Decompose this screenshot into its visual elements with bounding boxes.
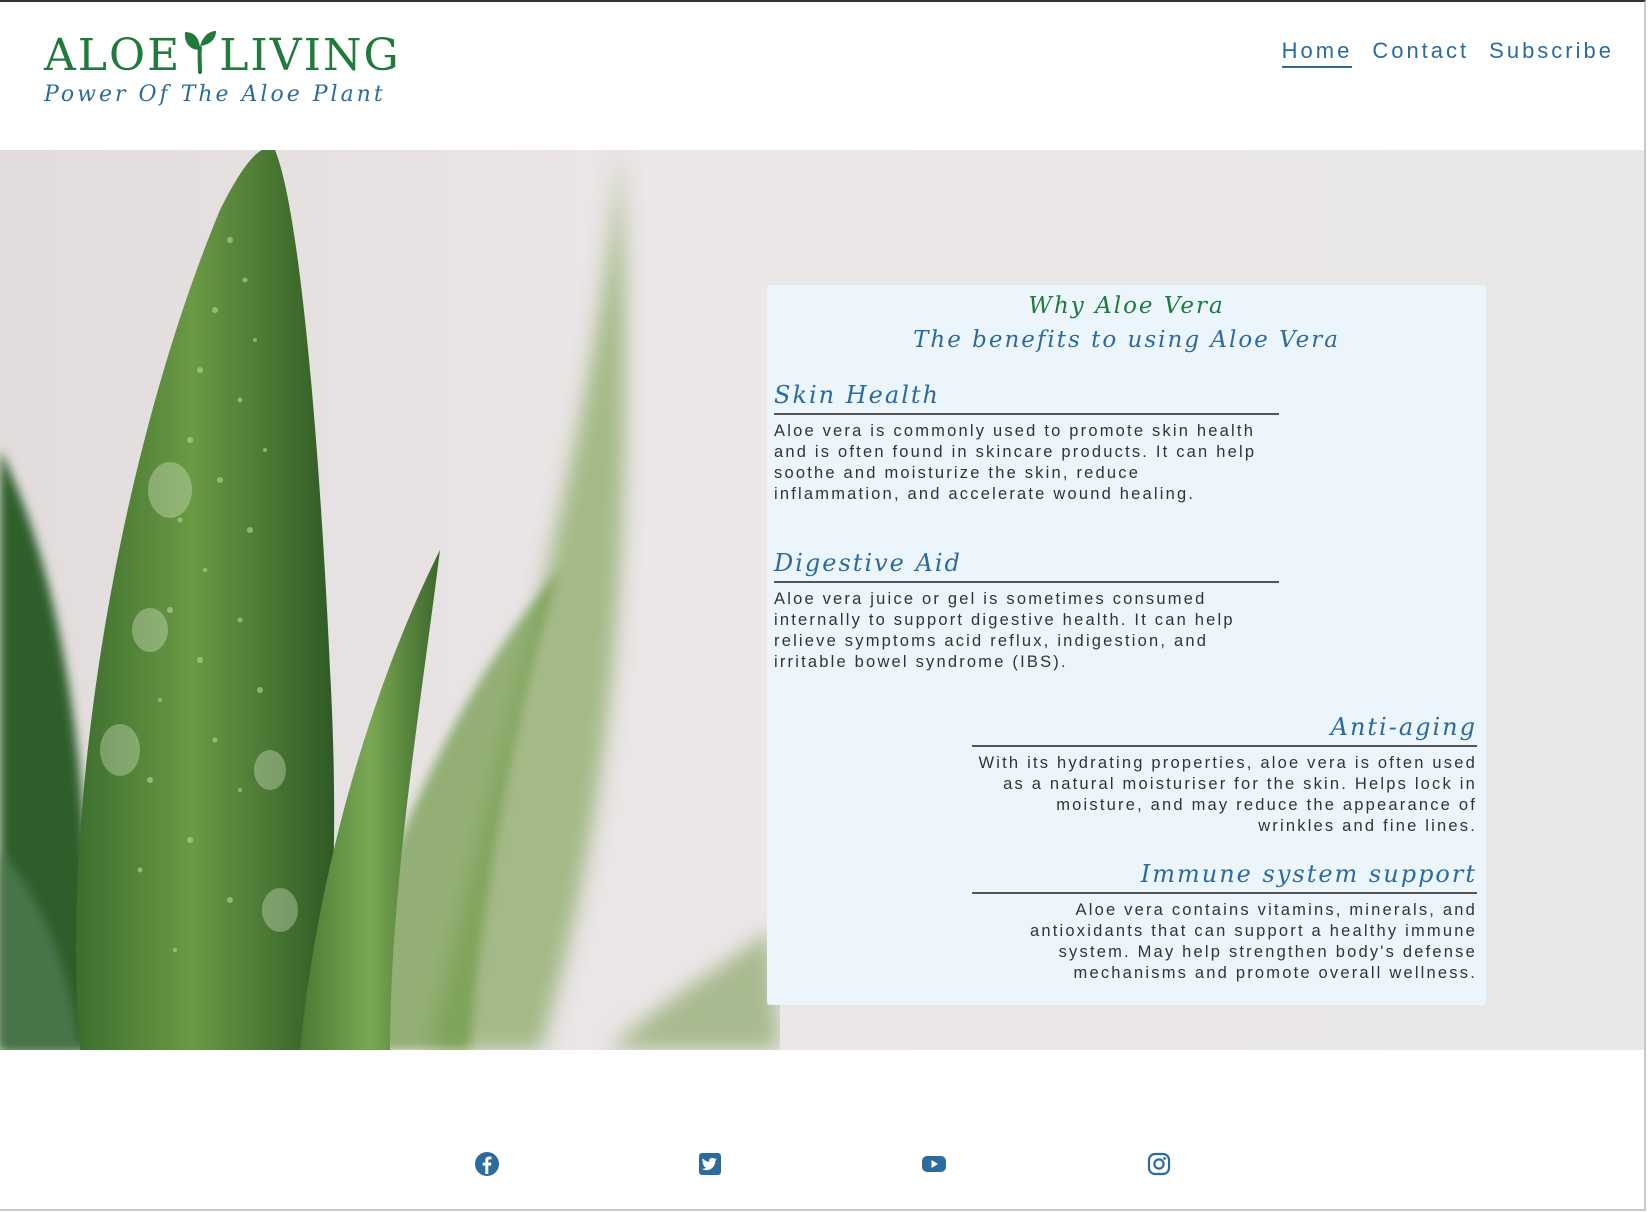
nav-contact-link[interactable]: Contact [1372, 38, 1469, 68]
nav-subscribe-link[interactable]: Subscribe [1489, 38, 1614, 68]
benefit-text: With its hydrating properties, aloe vera… [978, 754, 1477, 835]
facebook-icon[interactable] [474, 1151, 500, 1177]
logo-word-aloe: ALOE [44, 30, 182, 81]
twitter-icon[interactable] [697, 1151, 723, 1177]
logo-title: ALOE LIVING [44, 28, 401, 78]
benefit-immune-support: Immune system support Aloe vera contains… [972, 860, 1477, 984]
site-footer [0, 1050, 1644, 1209]
nav-home-link[interactable]: Home [1281, 38, 1353, 68]
benefit-digestive-aid: Digestive Aid Aloe vera juice or gel is … [774, 549, 1279, 673]
benefit-skin-health: Skin Health Aloe vera is commonly used t… [774, 381, 1279, 505]
benefit-anti-aging: Anti-aging With its hydrating properties… [972, 713, 1477, 837]
youtube-icon[interactable] [921, 1151, 947, 1177]
benefit-text: Aloe vera is commonly used to promote sk… [774, 422, 1257, 503]
card-title: Why Aloe Vera [1028, 293, 1225, 319]
aloe-plant-image [0, 150, 780, 1050]
logo-word-living: LIVING [219, 30, 401, 81]
benefit-text: Aloe vera contains vitamins, minerals, a… [1030, 901, 1477, 982]
site-logo[interactable]: ALOE LIVING Power Of The Aloe Plant [44, 28, 401, 107]
card-subtitle: The benefits to using Aloe Vera [913, 327, 1340, 353]
benefit-heading: Digestive Aid [774, 549, 1279, 583]
benefit-text: Aloe vera juice or gel is sometimes cons… [774, 590, 1235, 671]
browser-frame: ALOE LIVING Power Of The Aloe Plant Home… [0, 0, 1646, 1211]
logo-tagline: Power Of The Aloe Plant [44, 82, 386, 107]
hero-section: Why Aloe Vera The benefits to using Aloe… [0, 150, 1644, 1050]
benefits-card: Why Aloe Vera The benefits to using Aloe… [767, 285, 1486, 1005]
instagram-icon[interactable] [1146, 1151, 1172, 1177]
main-nav: Home Contact Subscribe [1281, 38, 1614, 68]
benefit-heading: Anti-aging [972, 713, 1477, 747]
benefit-heading: Skin Health [774, 381, 1279, 415]
benefit-heading: Immune system support [972, 860, 1477, 894]
site-header: ALOE LIVING Power Of The Aloe Plant Home… [0, 2, 1644, 150]
sprout-icon [183, 28, 217, 74]
